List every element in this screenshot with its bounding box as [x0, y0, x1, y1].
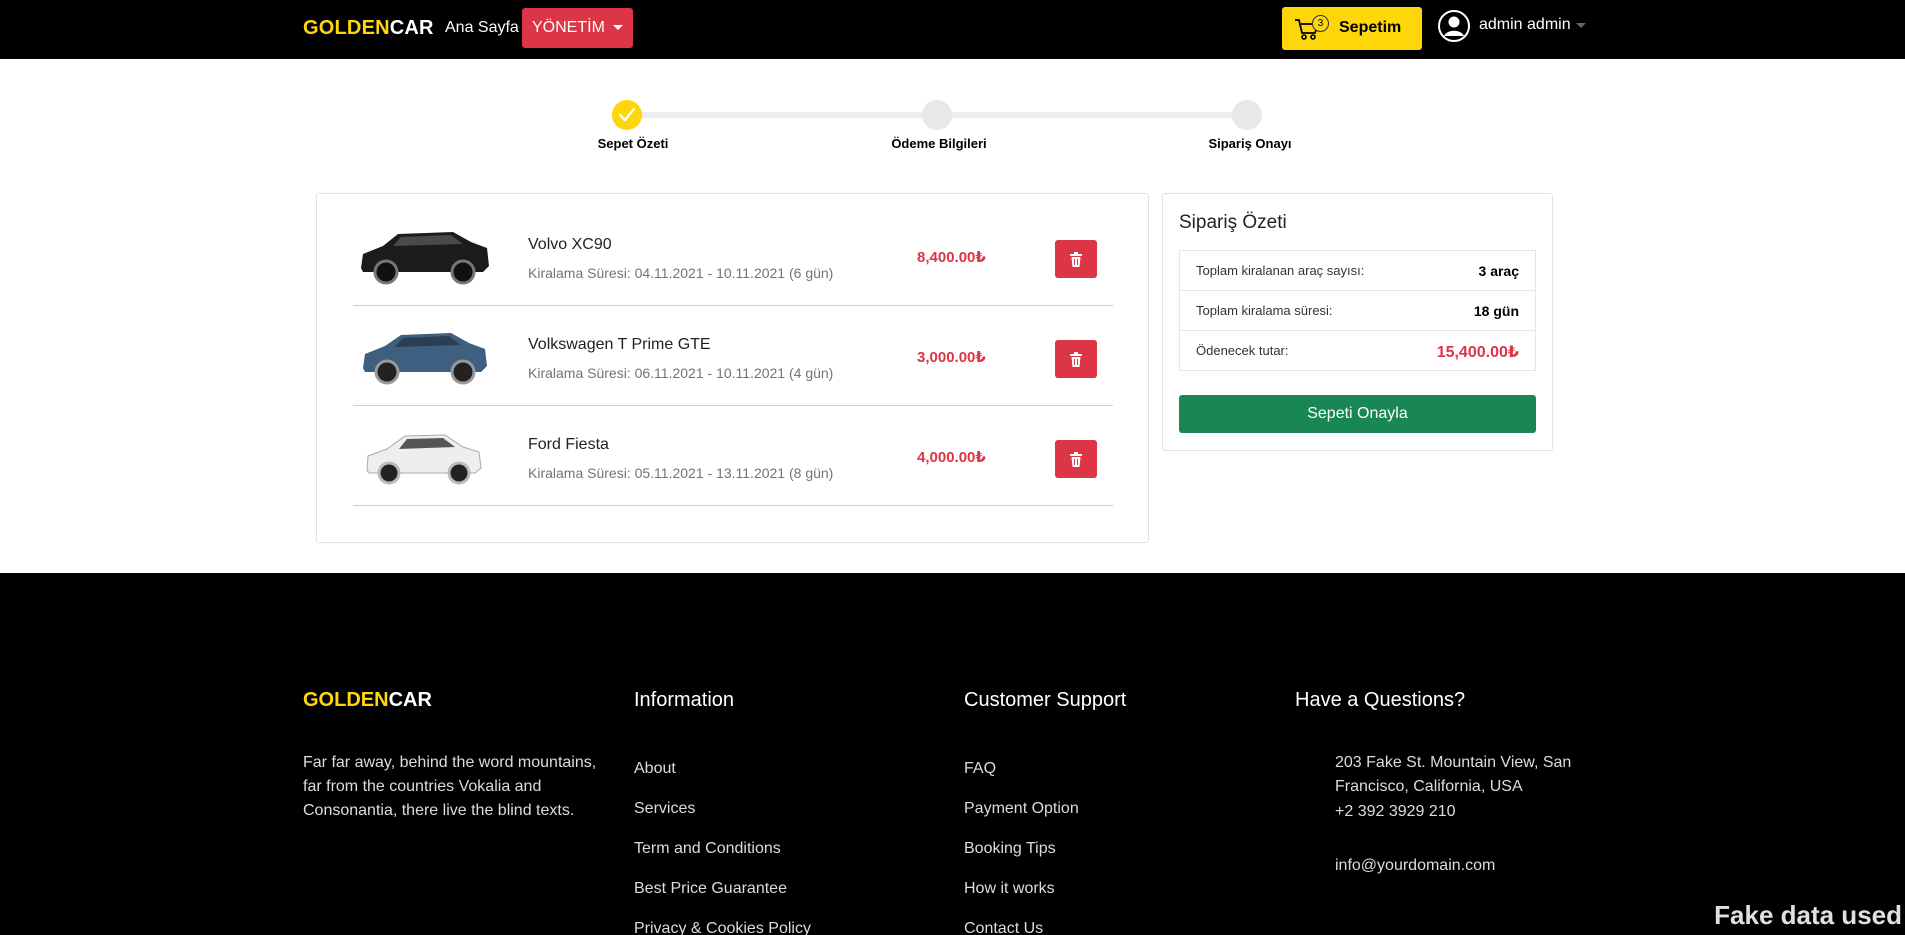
step-2-dot — [922, 100, 952, 130]
confirm-cart-button[interactable]: Sepeti Onayla — [1179, 395, 1536, 433]
summary-label: Ödenecek tutar: — [1196, 343, 1289, 358]
nav-home-link[interactable]: Ana Sayfa — [445, 19, 519, 37]
footer-contact-heading: Have a Questions? — [1295, 689, 1466, 711]
summary-row-vehicle-count: Toplam kiralanan araç sayısı: 3 araç — [1180, 251, 1535, 291]
user-avatar-icon — [1438, 10, 1470, 42]
brand-logo[interactable]: GOLDENCAR — [303, 17, 434, 40]
brand-logo-gold: GOLDEN — [303, 17, 390, 39]
summary-row-total: Ödenecek tutar: 15,400.00₺ — [1180, 331, 1535, 371]
rental-period: Kiralama Süresi: 04.11.2021 - 10.11.2021… — [528, 265, 834, 281]
checkmark-icon — [619, 108, 635, 122]
footer-link-faq[interactable]: FAQ — [964, 760, 1079, 800]
car-name: Volkswagen T Prime GTE — [528, 336, 711, 353]
footer-support-links: FAQ Payment Option Booking Tips How it w… — [964, 760, 1079, 935]
footer: GOLDENCAR Far far away, behind the word … — [0, 573, 1905, 935]
brand-logo-white: CAR — [389, 17, 434, 39]
admin-dropdown-button[interactable]: YÖNETİM — [522, 8, 633, 48]
summary-label: Toplam kiralama süresi: — [1196, 303, 1333, 318]
cart-item-row: Volkswagen T Prime GTE Kiralama Süresi: … — [353, 306, 1113, 406]
summary-value: 18 gün — [1473, 303, 1519, 319]
car-image-volvo — [361, 232, 489, 285]
summary-label: Toplam kiralanan araç sayısı: — [1196, 263, 1365, 278]
footer-support-heading: Customer Support — [964, 689, 1127, 711]
summary-row-duration: Toplam kiralama süresi: 18 gün — [1180, 291, 1535, 331]
cart-item-row: Volvo XC90 Kiralama Süresi: 04.11.2021 -… — [353, 206, 1113, 306]
step-1-label: Sepet Özeti — [597, 136, 669, 151]
car-name: Volvo XC90 — [528, 236, 612, 253]
fake-data-watermark: Fake data used — [1714, 900, 1902, 930]
delete-item-button[interactable] — [1055, 340, 1097, 378]
step-1-dot — [612, 100, 642, 130]
order-summary-card: Sipariş Özeti Toplam kiralanan araç sayı… — [1162, 193, 1553, 451]
cart-item-row: Ford Fiesta Kiralama Süresi: 05.11.2021 … — [353, 406, 1113, 506]
footer-about-text: Far far away, behind the word mountains,… — [303, 754, 597, 819]
footer-brand-white: CAR — [388, 689, 432, 711]
footer-brand-gold: GOLDEN — [303, 689, 389, 711]
footer-address: 203 Fake St. Mountain View, San Francisc… — [1335, 754, 1572, 795]
footer-link-contact[interactable]: Contact Us — [964, 920, 1079, 935]
footer-link-services[interactable]: Services — [634, 800, 811, 840]
summary-list: Toplam kiralanan araç sayısı: 3 araç Top… — [1179, 250, 1536, 371]
footer-link-terms[interactable]: Term and Conditions — [634, 840, 811, 880]
footer-brand-logo[interactable]: GOLDENCAR — [303, 689, 432, 712]
car-image-volkswagen — [363, 333, 487, 385]
footer-information-links: About Services Term and Conditions Best … — [634, 760, 811, 935]
step-2-label: Ödeme Bilgileri — [891, 136, 987, 151]
footer-phone[interactable]: +2 392 3929 210 — [1335, 800, 1456, 824]
trash-icon — [1070, 252, 1082, 267]
cart-items-card: Volvo XC90 Kiralama Süresi: 04.11.2021 -… — [316, 193, 1149, 543]
user-name: admin admin — [1479, 16, 1571, 33]
footer-email[interactable]: info@yourdomain.com — [1335, 854, 1495, 878]
cart-button-label: Sepetim — [1339, 19, 1402, 36]
car-name: Ford Fiesta — [528, 436, 609, 453]
car-image-ford — [366, 434, 482, 485]
summary-total-value: 15,400.00₺ — [1436, 344, 1519, 361]
summary-value: 3 araç — [1478, 263, 1519, 279]
step-3-label: Sipariş Onayı — [1208, 136, 1292, 151]
item-price: 8,400.00₺ — [917, 249, 986, 266]
delete-item-button[interactable] — [1055, 440, 1097, 478]
cart-button[interactable]: 3 Sepetim — [1282, 7, 1422, 50]
summary-title: Sipariş Özeti — [1179, 212, 1287, 233]
footer-link-payment[interactable]: Payment Option — [964, 800, 1079, 840]
rental-period: Kiralama Süresi: 06.11.2021 - 10.11.2021… — [528, 365, 834, 381]
item-price: 4,000.00₺ — [917, 449, 986, 466]
trash-icon — [1070, 452, 1082, 467]
footer-link-price-guarantee[interactable]: Best Price Guarantee — [634, 880, 811, 920]
cart-count-badge: 3 — [1312, 15, 1329, 32]
footer-link-privacy[interactable]: Privacy & Cookies Policy — [634, 920, 811, 935]
footer-link-about[interactable]: About — [634, 760, 811, 800]
chevron-down-icon — [612, 25, 623, 31]
item-price: 3,000.00₺ — [917, 349, 986, 366]
admin-dropdown-label: YÖNETİM — [532, 19, 605, 36]
footer-link-booking-tips[interactable]: Booking Tips — [964, 840, 1079, 880]
main-content: Sepet Özeti Ödeme Bilgileri Sipariş Onay… — [0, 59, 1905, 573]
user-chevron-down-icon — [1576, 23, 1586, 28]
step-3-dot — [1232, 100, 1262, 130]
delete-item-button[interactable] — [1055, 240, 1097, 278]
rental-period: Kiralama Süresi: 05.11.2021 - 13.11.2021… — [528, 465, 834, 481]
footer-information-heading: Information — [634, 689, 735, 711]
footer-link-how-it-works[interactable]: How it works — [964, 880, 1079, 920]
top-navbar: GOLDENCAR Ana Sayfa YÖNETİM 3 Sepetim ad… — [0, 0, 1905, 59]
trash-icon — [1070, 352, 1082, 367]
